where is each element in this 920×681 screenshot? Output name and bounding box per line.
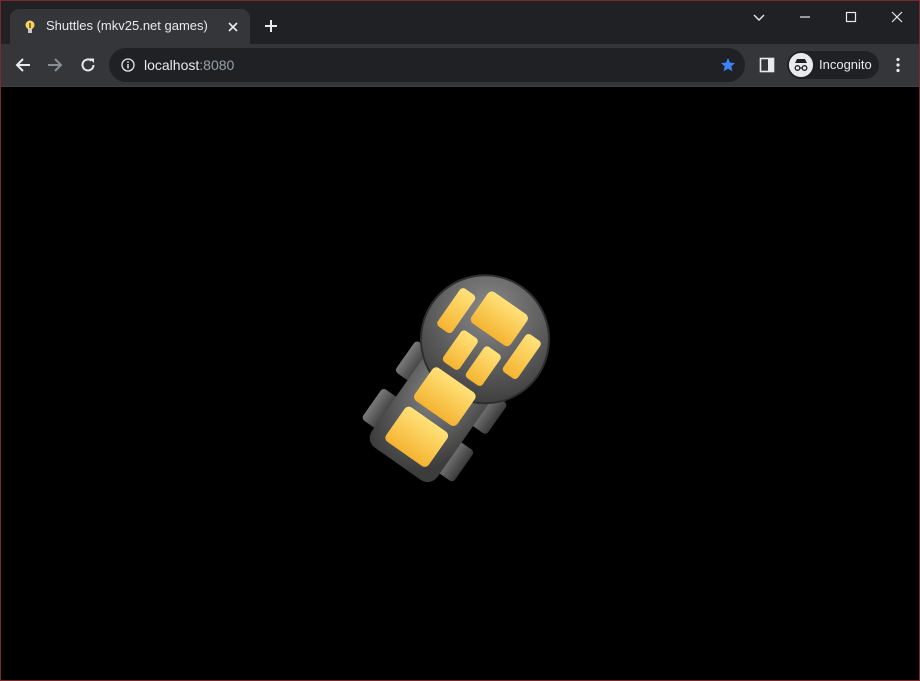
address-bar[interactable]: localhost:8080 <box>109 48 745 82</box>
tab-shuttles[interactable]: Shuttles (mkv25.net games) <box>10 9 250 44</box>
incognito-icon <box>789 53 813 77</box>
game-canvas[interactable] <box>1 87 919 681</box>
shuttle-sprite[interactable] <box>345 250 574 500</box>
url-port: :8080 <box>199 57 235 73</box>
site-info-icon[interactable] <box>121 58 135 72</box>
back-button[interactable] <box>14 56 32 74</box>
tab-search-chevron-icon[interactable] <box>751 9 767 25</box>
title-bar: Shuttles (mkv25.net games) <box>1 1 919 44</box>
url-host: localhost <box>144 57 200 73</box>
page-viewport <box>1 86 919 681</box>
tab-title: Shuttles (mkv25.net games) <box>46 18 208 33</box>
forward-button[interactable] <box>46 56 64 74</box>
url-text: localhost:8080 <box>144 57 234 73</box>
new-tab-button[interactable] <box>263 18 279 34</box>
more-menu-icon[interactable] <box>889 56 907 74</box>
close-tab-icon[interactable] <box>226 20 240 34</box>
maximize-button[interactable] <box>843 9 859 25</box>
profile-label: Incognito <box>819 57 872 72</box>
lightbulb-favicon-icon <box>25 20 35 33</box>
browser-toolbar: localhost:8080 Incognito <box>1 44 919 86</box>
reload-button[interactable] <box>79 56 97 74</box>
browser-window: Shuttles (mkv25.net games) localhost:808… <box>0 0 920 681</box>
incognito-profile-button[interactable]: Incognito <box>787 51 879 79</box>
close-window-button[interactable] <box>889 9 905 25</box>
side-panel-icon[interactable] <box>759 57 775 73</box>
minimize-button[interactable] <box>797 9 813 25</box>
bookmark-star-icon[interactable] <box>720 57 736 73</box>
